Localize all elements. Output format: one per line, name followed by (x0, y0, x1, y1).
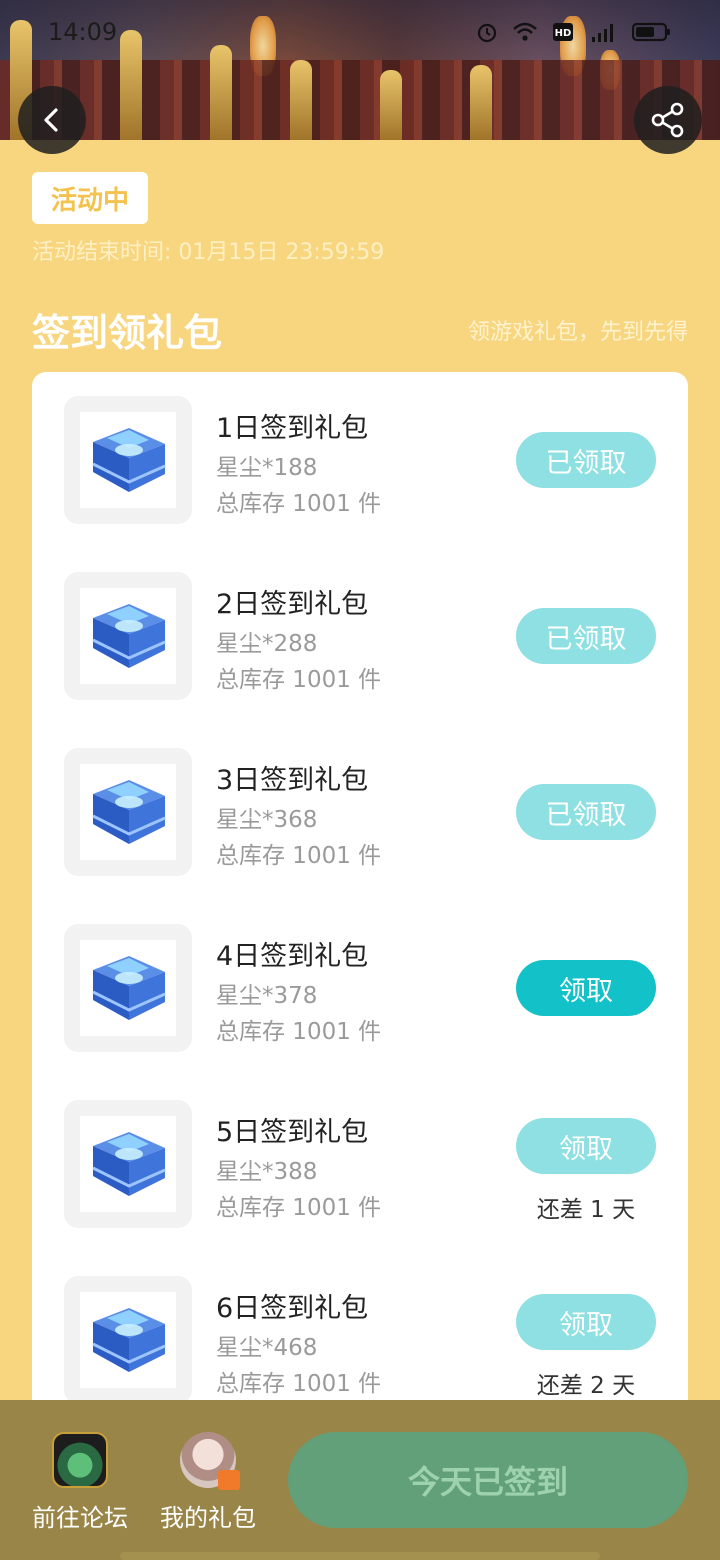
hd-icon: HD (552, 22, 574, 42)
back-button[interactable] (18, 86, 86, 154)
section-subtitle: 领游戏礼包，先到先得 (467, 320, 688, 345)
gift-item-day5: 5日签到礼包 星尘*388 总库存 1001 件 领取 还差 1 天 (32, 1076, 688, 1252)
gift-stock: 总库存 1001 件 (216, 1371, 382, 1397)
gift-reward: 星尘*378 (216, 983, 318, 1009)
gift-item-day1: 1日签到礼包 星尘*188 总库存 1001 件 已领取 (32, 372, 688, 548)
gift-thumbnail (64, 1100, 192, 1228)
gift-title: 6日签到礼包 (216, 1293, 369, 1324)
claim-button-disabled[interactable]: 领取 (516, 1118, 656, 1174)
gift-item-day4: 4日签到礼包 星尘*378 总库存 1001 件 领取 (32, 900, 688, 1076)
user-avatar-icon (180, 1432, 240, 1490)
status-time: 14:09 (48, 18, 118, 46)
gift-stock: 总库存 1001 件 (216, 1019, 382, 1045)
claimed-button[interactable]: 已领取 (516, 784, 656, 840)
battery-icon (632, 21, 672, 43)
gift-stock: 总库存 1001 件 (216, 1195, 382, 1221)
checked-in-button[interactable]: 今天已签到 (288, 1432, 688, 1528)
days-remaining-label: 还差 2 天 (536, 1373, 636, 1399)
gift-item-day6: 6日签到礼包 星尘*468 总库存 1001 件 领取 还差 2 天 (32, 1252, 688, 1412)
gift-thumbnail (64, 396, 192, 524)
activity-end-time: 活动结束时间: 01月15日 23:59:59 (32, 240, 385, 265)
alarm-icon (476, 21, 498, 43)
gift-item-day3: 3日签到礼包 星尘*368 总库存 1001 件 已领取 (32, 724, 688, 900)
gift-thumbnail (64, 1276, 192, 1404)
claim-button-disabled[interactable]: 领取 (516, 1294, 656, 1350)
gift-title: 2日签到礼包 (216, 589, 369, 620)
my-gifts-label: 我的礼包 (160, 1504, 256, 1532)
gift-stock: 总库存 1001 件 (216, 667, 382, 693)
game-avatar-icon (52, 1432, 108, 1488)
gift-thumbnail (64, 572, 192, 700)
section-title: 签到领礼包 (32, 311, 223, 355)
chevron-left-icon (44, 108, 58, 132)
days-remaining-label: 还差 1 天 (536, 1197, 636, 1223)
treasure-chest-icon (92, 604, 166, 668)
gift-reward: 星尘*368 (216, 807, 318, 833)
treasure-chest-icon (92, 780, 166, 844)
status-badge: 活动中 (32, 172, 148, 224)
gift-thumbnail (64, 748, 192, 876)
treasure-chest-icon (92, 428, 166, 492)
gift-stock: 总库存 1001 件 (216, 843, 382, 869)
gift-item-day2: 2日签到礼包 星尘*288 总库存 1001 件 已领取 (32, 548, 688, 724)
gift-thumbnail (64, 924, 192, 1052)
svg-text:HD: HD (555, 28, 572, 39)
gift-list: 1日签到礼包 星尘*188 总库存 1001 件 已领取 2日签到礼包 星尘*2… (32, 372, 688, 1412)
forum-link[interactable]: 前往论坛 (24, 1432, 136, 1533)
gift-title: 5日签到礼包 (216, 1117, 369, 1148)
gift-stock: 总库存 1001 件 (216, 491, 382, 517)
forum-label: 前往论坛 (32, 1504, 128, 1532)
share-icon (651, 102, 684, 138)
gift-reward: 星尘*468 (216, 1335, 318, 1361)
gift-reward: 星尘*388 (216, 1159, 318, 1185)
claim-button[interactable]: 领取 (516, 960, 656, 1016)
gift-reward: 星尘*288 (216, 631, 318, 657)
gift-reward: 星尘*188 (216, 455, 318, 481)
treasure-chest-icon (92, 1308, 166, 1372)
gift-title: 3日签到礼包 (216, 765, 369, 796)
treasure-chest-icon (92, 956, 166, 1020)
4g-signal-icon (588, 21, 618, 43)
gift-title: 4日签到礼包 (216, 941, 369, 972)
status-bar: 14:09 HD (0, 0, 720, 64)
gift-title: 1日签到礼包 (216, 413, 369, 444)
claimed-button[interactable]: 已领取 (516, 608, 656, 664)
wifi-icon (512, 21, 538, 43)
share-button[interactable] (634, 86, 702, 154)
claimed-button[interactable]: 已领取 (516, 432, 656, 488)
home-indicator (120, 1552, 600, 1560)
my-gifts-link[interactable]: 我的礼包 (152, 1432, 264, 1533)
treasure-chest-icon (92, 1132, 166, 1196)
